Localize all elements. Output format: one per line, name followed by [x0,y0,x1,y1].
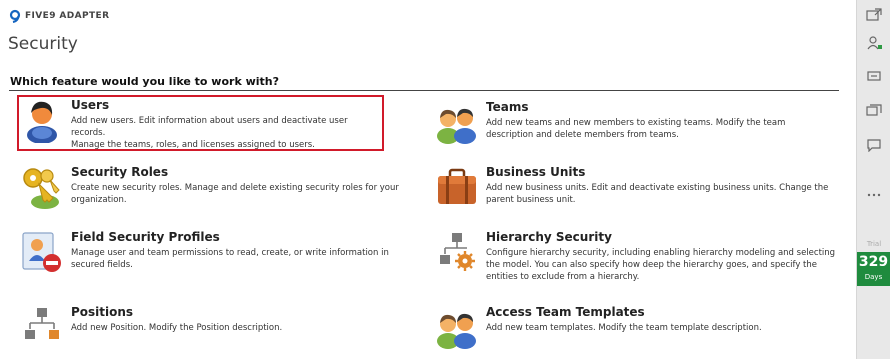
feature-hierarchy-security[interactable]: Hierarchy Security Configure hierarchy s… [434,229,844,291]
agent-status-icon[interactable] [866,36,882,50]
keys-icon [23,168,60,209]
feature-positions[interactable]: Positions Add new Position. Modify the P… [19,304,419,350]
feature-desc: Add new Position. Modify the Position de… [71,323,283,333]
feature-security-roles[interactable]: Security Roles Create new security roles… [19,164,419,214]
feature-title: Field Security Profiles [71,230,220,244]
org-chart-icon [25,308,59,339]
feature-desc: Add new team templates. Modify the team … [486,323,762,333]
feature-title: Positions [71,305,134,319]
trial-label: Trial [866,240,882,248]
feature-teams[interactable]: Teams Add new teams and new members to e… [434,99,834,149]
user-icon [27,101,57,143]
trial-days: 329 [858,254,889,270]
feature-desc: Manage user and team permissions to read… [71,248,389,258]
five9-logo-icon [9,9,21,23]
app-header: FIVE9 ADAPTER [8,8,109,24]
feature-desc: Configure hierarchy security, including … [486,248,836,258]
hierarchy-gear-icon [440,233,475,271]
comment-icon[interactable] [866,138,882,152]
trial-badge: 329 Days [857,252,890,286]
feature-desc: Create new security roles. Manage and de… [71,183,399,193]
team-icon [437,313,476,349]
feature-access-team-templates[interactable]: Access Team Templates Add new team templ… [434,304,834,350]
team-icon [437,108,476,144]
right-rail [856,0,890,359]
feature-desc: Add new users. Edit information about us… [71,116,348,138]
profile-lock-icon [22,232,61,272]
feature-desc: Add new business units. Edit and deactiv… [486,183,829,193]
section-divider [9,90,839,91]
page-title: Security [8,34,78,54]
feature-title: Security Roles [71,165,169,179]
feature-desc: parent business unit. [486,195,576,205]
feature-desc: description and delete members from team… [486,130,679,140]
feature-desc: Manage the teams, roles, and licenses as… [71,140,315,150]
feature-title: Access Team Templates [486,305,645,319]
feature-title: Users [71,98,110,112]
briefcase-icon [438,168,476,204]
feature-title: Teams [486,100,529,114]
feature-desc: organization. [71,195,127,205]
section-question: Which feature would you like to work wit… [10,75,279,88]
chat-icon[interactable] [866,70,882,84]
trial-unit: Days [864,273,883,281]
app-name: FIVE9 ADAPTER [25,11,110,21]
feature-desc: the model. You can also specify how deep… [486,260,818,270]
messages-icon[interactable] [866,104,882,118]
feature-title: Hierarchy Security [486,230,612,244]
feature-desc: Add new teams and new members to existin… [486,118,786,128]
feature-users[interactable]: Users Add new users. Edit information ab… [17,95,384,151]
feature-title: Business Units [486,165,586,179]
popout-icon[interactable] [866,8,882,22]
more-icon[interactable] [866,188,882,202]
feature-field-security-profiles[interactable]: Field Security Profiles Manage user and … [19,229,419,279]
feature-desc: entities to exclude from a hierarchy. [486,272,640,282]
feature-business-units[interactable]: Business Units Add new business units. E… [434,164,844,214]
feature-desc: secured fields. [71,260,133,270]
